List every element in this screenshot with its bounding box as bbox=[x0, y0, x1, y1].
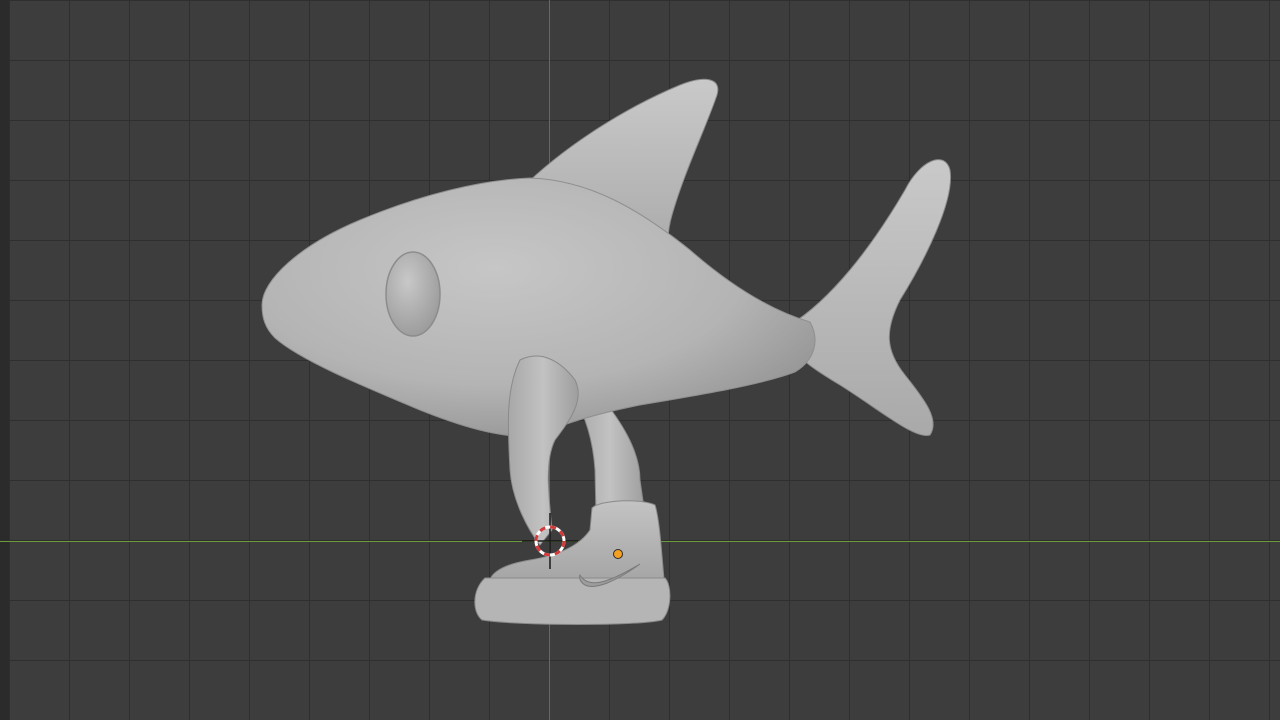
eye bbox=[385, 251, 441, 337]
tail-fin bbox=[789, 159, 952, 437]
3d-viewport[interactable] bbox=[0, 0, 1280, 720]
front-leg bbox=[507, 355, 579, 546]
origin-dot bbox=[613, 549, 623, 559]
sneaker bbox=[474, 500, 671, 625]
sneaker-sole bbox=[474, 577, 671, 625]
shark-model[interactable] bbox=[0, 0, 1280, 720]
